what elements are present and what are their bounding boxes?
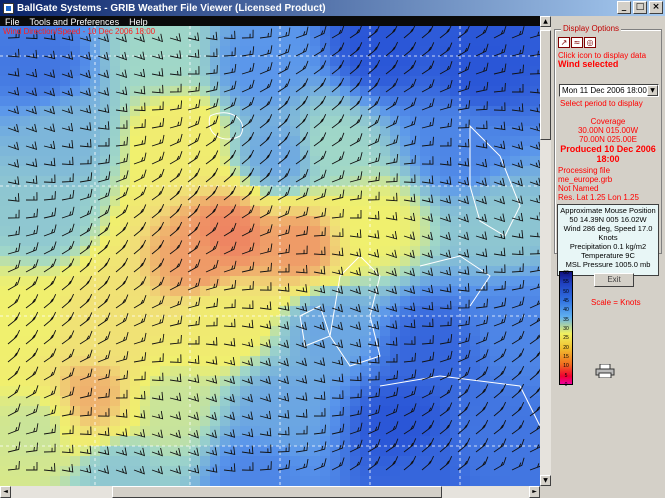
data-type-icons: ↗ ≈ ◎	[558, 37, 596, 48]
scale-tick: 40	[563, 307, 569, 314]
group-title: Display Options	[561, 24, 622, 33]
map-canvas[interactable]	[0, 26, 540, 486]
exit-button[interactable]: Exit	[594, 273, 634, 287]
scale-tick: 5	[564, 372, 568, 379]
title-bar: BallGate Systems - GRIB Weather File Vie…	[0, 0, 665, 16]
precipitation-icon[interactable]: ◎	[584, 37, 596, 48]
mouse-box-title: Approximate Mouse Position	[560, 206, 656, 215]
scroll-left-arrow[interactable]: ◄	[0, 486, 11, 498]
horizontal-scroll-thumb[interactable]	[112, 486, 442, 498]
print-icon[interactable]	[595, 364, 615, 378]
scale-tick: 0	[564, 382, 568, 388]
processing-label: Processing file	[558, 166, 611, 175]
scale-tick: 35	[563, 316, 569, 323]
vertical-scroll-thumb[interactable]	[540, 30, 551, 140]
minimize-button[interactable]: _	[617, 1, 631, 14]
weather-map[interactable]: Wind Direction/Speed - 10 Dec 2006 18:00	[0, 26, 540, 486]
scale-tick: 20	[563, 344, 569, 351]
resolution-label: Res. Lat 1.25 Lon 1.25	[558, 193, 639, 202]
mouse-wind: Wind 286 deg, Speed 17.0 Knots	[563, 224, 653, 242]
period-hint: Select period to display	[560, 99, 643, 108]
coverage-label: Coverage	[590, 117, 626, 126]
period-value: Mon 11 Dec 2006 18:00	[562, 86, 647, 95]
scale-tick: 45	[563, 298, 569, 304]
produced-date: Produced 10 Dec 2006	[560, 144, 656, 154]
mouse-pressure: MSL Pressure 1005.0 mb	[565, 260, 651, 269]
scale-label: Scale = Knots	[591, 298, 641, 307]
scale-tick: 55	[563, 279, 569, 286]
map-overlay-title: Wind Direction/Speed - 10 Dec 2006 18:00	[3, 27, 156, 36]
mouse-position: 50 14.39N 005 16.02W	[569, 215, 647, 224]
maximize-button[interactable]: □	[633, 1, 647, 14]
scroll-down-arrow[interactable]: ▼	[540, 475, 551, 486]
scale-tick: 50	[563, 288, 569, 295]
scale-ticks: 60 55 50 45 40 35 30 25 20 15 10 5 0	[560, 270, 572, 388]
close-button[interactable]: ×	[649, 1, 663, 14]
produced-time: 18:00	[596, 154, 620, 164]
pressure-icon[interactable]: ≈	[571, 37, 583, 48]
scale-tick: 25	[563, 335, 569, 342]
file-name: me_europe.grb	[558, 175, 613, 184]
vertical-scrollbar[interactable]: ▲ ▼	[540, 16, 551, 486]
coverage-line1: 30.00N 015.00W	[577, 126, 639, 135]
wind-icon[interactable]: ↗	[558, 37, 570, 48]
window-title: BallGate Systems - GRIB Weather File Vie…	[17, 2, 326, 14]
horizontal-scrollbar[interactable]: ◄ ►	[0, 486, 540, 498]
window-buttons: _ □ ×	[617, 1, 663, 14]
not-named-label: Not Named	[558, 184, 599, 193]
app-icon	[3, 2, 14, 14]
scale-tick: 15	[563, 354, 569, 360]
options-panel: Display Options ↗ ≈ ◎ Click icon to disp…	[551, 16, 665, 498]
mouse-temp: Temperature 9C	[581, 251, 635, 260]
coverage-line2: 70.00N 025.00E	[579, 135, 637, 144]
scale-tick: 30	[563, 326, 569, 332]
viewer-window: BallGate Systems - GRIB Weather File Vie…	[0, 0, 665, 498]
mouse-precip: Precipitation 0.1 kg/m2	[569, 242, 647, 251]
scroll-right-arrow[interactable]: ►	[529, 486, 540, 498]
chevron-down-icon[interactable]: ▼	[647, 85, 658, 96]
period-select[interactable]: Mon 11 Dec 2006 18:00 ▼	[559, 84, 659, 97]
selected-label: Wind selected	[558, 59, 619, 69]
scroll-up-arrow[interactable]: ▲	[540, 16, 551, 27]
scale-tick: 60	[563, 270, 569, 276]
scale-tick: 10	[563, 363, 569, 370]
mouse-position-box: Approximate Mouse Position 50 14.39N 005…	[557, 204, 659, 276]
